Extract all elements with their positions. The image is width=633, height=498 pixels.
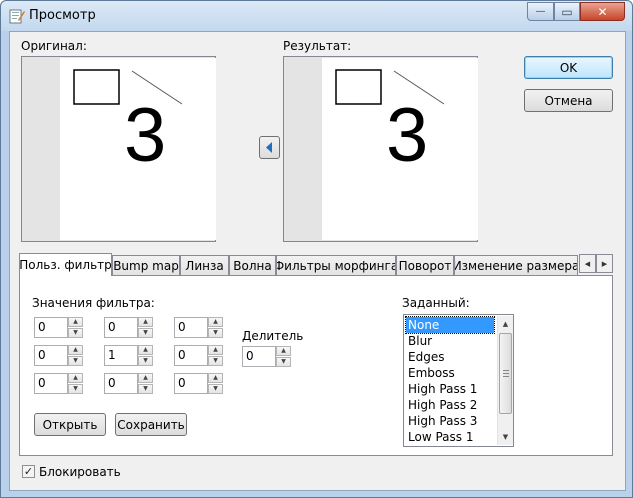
filter-value-field[interactable]: 1 — [104, 345, 138, 366]
close-button[interactable]: ✕ — [580, 2, 625, 21]
filter-value-field[interactable]: 0 — [174, 373, 208, 394]
copy-result-button[interactable] — [259, 136, 280, 159]
scroll-down-icon[interactable]: ▼ — [498, 429, 513, 445]
arrow-left-icon — [266, 142, 272, 153]
spin-up-icon[interactable]: ▲ — [276, 346, 291, 356]
divisor-field[interactable]: 0 — [242, 346, 276, 367]
minimize-button[interactable]: — — [527, 2, 554, 21]
rectangle-shape — [335, 69, 382, 105]
tab-scroll-right-icon[interactable]: ▶ — [596, 254, 613, 273]
title-bar: Просмотр — ▭ ✕ — [1, 1, 632, 31]
cancel-button[interactable]: Отмена — [524, 89, 613, 112]
spin-down-icon[interactable]: ▼ — [208, 384, 223, 394]
spin-down-icon[interactable]: ▼ — [138, 356, 153, 366]
dialog-window: Просмотр — ▭ ✕ Оригинал: 3 Результат: 3 — [0, 0, 633, 498]
window-title: Просмотр — [29, 8, 96, 23]
spin-down-icon[interactable]: ▼ — [208, 356, 223, 366]
tab-custom-filter[interactable]: Польз. фильтр — [19, 253, 112, 276]
preset-scrollbar[interactable]: ▲ ▼ — [497, 316, 513, 445]
result-digit: 3 — [386, 93, 429, 178]
filter-value-spinner[interactable]: 0 ▲ ▼ — [34, 373, 84, 394]
filter-value-field[interactable]: 0 — [174, 345, 208, 366]
preset-label: Заданный: — [402, 296, 470, 310]
dialog-client-area: Оригинал: 3 Результат: 3 OK Отмена Польз… — [9, 31, 626, 491]
tab-morph-filters[interactable]: Фильтры морфинга — [276, 255, 396, 275]
tab-strip: Польз. фильтр Bump map Линза Волна Фильт… — [19, 253, 617, 276]
preset-item[interactable]: Emboss — [406, 365, 494, 381]
spin-down-icon[interactable]: ▼ — [138, 384, 153, 394]
ok-button[interactable]: OK — [524, 56, 613, 79]
filter-value-spinner[interactable]: 0 ▲ ▼ — [104, 317, 154, 338]
spin-up-icon[interactable]: ▲ — [68, 317, 83, 327]
filter-value-spinner[interactable]: 0 ▲ ▼ — [174, 317, 224, 338]
spin-down-icon[interactable]: ▼ — [276, 357, 291, 367]
filter-value-spinner[interactable]: 0 ▲ ▼ — [174, 373, 224, 394]
divisor-label: Делитель — [242, 329, 304, 343]
tab-lens[interactable]: Линза — [180, 255, 229, 275]
lock-checkbox[interactable]: ✓ — [22, 465, 35, 478]
filter-value-spinner[interactable]: 0 ▲ ▼ — [34, 317, 84, 338]
open-button[interactable]: Открыть — [34, 413, 106, 436]
preset-item[interactable]: High Pass 3 — [406, 413, 494, 429]
spin-up-icon[interactable]: ▲ — [138, 317, 153, 327]
filter-value-field[interactable]: 0 — [104, 373, 138, 394]
spin-down-icon[interactable]: ▼ — [68, 356, 83, 366]
tab-bump-map[interactable]: Bump map — [112, 255, 180, 275]
spin-up-icon[interactable]: ▲ — [138, 373, 153, 383]
filter-value-field[interactable]: 0 — [34, 373, 68, 394]
minimize-icon: — — [535, 6, 546, 17]
filter-value-spinner[interactable]: 0 ▲ ▼ — [34, 345, 84, 366]
filter-values-label: Значения фильтра: — [32, 296, 155, 310]
filter-value-spinner[interactable]: 0 ▲ ▼ — [104, 373, 154, 394]
app-icon — [9, 9, 25, 24]
lock-label[interactable]: Блокировать — [39, 465, 121, 479]
filter-value-field[interactable]: 0 — [34, 317, 68, 338]
tab-scroll-left-icon[interactable]: ◀ — [579, 254, 596, 273]
scroll-thumb[interactable] — [499, 333, 512, 414]
preset-item[interactable]: High Pass 1 — [406, 381, 494, 397]
divisor-spinner[interactable]: 0 ▲ ▼ — [242, 346, 292, 367]
custom-filter-panel: Значения фильтра: 0 ▲ ▼ 0 ▲ ▼ 0 ▲ ▼ 0 ▲ ▼ 1 … — [19, 275, 613, 456]
save-button[interactable]: Сохранить — [115, 413, 187, 436]
preset-item[interactable]: Low Pass 1 — [406, 429, 494, 445]
filter-value-spinner[interactable]: 0 ▲ ▼ — [174, 345, 224, 366]
result-label: Результат: — [283, 39, 352, 53]
filter-value-field[interactable]: 0 — [174, 317, 208, 338]
result-canvas: 3 — [322, 58, 478, 240]
preset-item[interactable]: Edges — [406, 349, 494, 365]
rectangle-shape — [73, 69, 120, 105]
maximize-button[interactable]: ▭ — [554, 2, 580, 21]
spin-up-icon[interactable]: ▲ — [68, 373, 83, 383]
tab-resize[interactable]: Изменение размера — [454, 255, 578, 275]
preset-item[interactable]: High Pass 2 — [406, 397, 494, 413]
grip-icon — [503, 370, 509, 377]
spin-up-icon[interactable]: ▲ — [208, 345, 223, 355]
spin-down-icon[interactable]: ▼ — [68, 384, 83, 394]
preset-item-selected[interactable]: None — [405, 316, 495, 334]
close-icon: ✕ — [597, 4, 608, 19]
spin-up-icon[interactable]: ▲ — [138, 345, 153, 355]
original-preview: 3 — [21, 56, 216, 242]
tab-rotate[interactable]: Поворот — [396, 255, 454, 275]
spin-down-icon[interactable]: ▼ — [68, 328, 83, 338]
spin-up-icon[interactable]: ▲ — [208, 317, 223, 327]
original-label: Оригинал: — [21, 39, 87, 53]
spin-up-icon[interactable]: ▲ — [208, 373, 223, 383]
filter-value-spinner[interactable]: 1 ▲ ▼ — [104, 345, 154, 366]
scroll-up-icon[interactable]: ▲ — [498, 316, 513, 332]
maximize-icon: ▭ — [561, 4, 573, 19]
result-preview: 3 — [283, 56, 478, 242]
preset-item[interactable]: Blur — [406, 333, 494, 349]
original-digit: 3 — [124, 93, 167, 178]
spin-down-icon[interactable]: ▼ — [208, 328, 223, 338]
filter-value-field[interactable]: 0 — [34, 345, 68, 366]
original-canvas: 3 — [60, 58, 216, 240]
filter-value-field[interactable]: 0 — [104, 317, 138, 338]
spin-up-icon[interactable]: ▲ — [68, 345, 83, 355]
tab-wave[interactable]: Волна — [229, 255, 276, 275]
preset-listbox[interactable]: None Blur Edges Emboss High Pass 1 High … — [403, 314, 514, 447]
spin-down-icon[interactable]: ▼ — [138, 328, 153, 338]
